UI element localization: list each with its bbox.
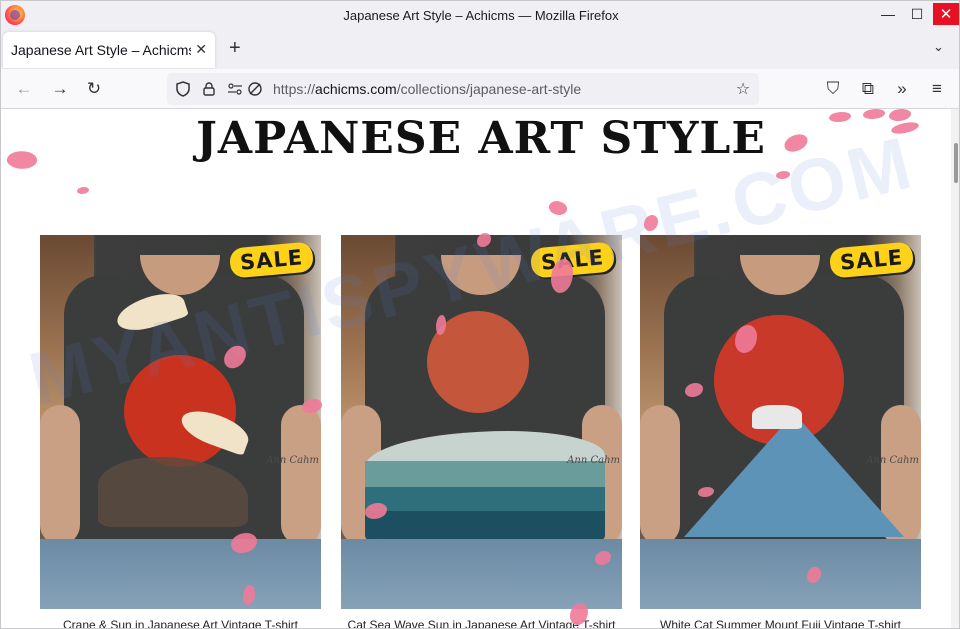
petal-decoration <box>77 187 89 194</box>
sale-badge: SALE <box>828 241 915 279</box>
jeans-shape <box>640 539 921 609</box>
hamburger-menu-icon[interactable]: ≡ <box>927 79 947 99</box>
permissions-icon[interactable] <box>227 81 243 97</box>
url-bar[interactable]: https://achicms.com/collections/japanese… <box>167 73 759 105</box>
url-path: /collections/japanese-art-style <box>396 81 582 97</box>
url-scheme: https:// <box>273 81 316 97</box>
tattoo-text: Ann Cahm <box>866 455 919 466</box>
back-icon[interactable]: ← <box>14 79 34 99</box>
reload-icon[interactable]: ↻ <box>84 79 104 99</box>
jeans-shape <box>341 539 622 609</box>
url-text[interactable]: https://achicms.com/collections/japanese… <box>273 81 581 97</box>
page-content: JAPANESE ART STYLE SALE Ann Cahm SALE An… <box>1 109 959 628</box>
close-window-button[interactable]: ✕ <box>933 3 959 25</box>
tab-strip: Japanese Art Style – Achicms ✕ + ⌄ <box>1 29 959 69</box>
bookmark-star-icon[interactable]: ☆ <box>735 81 751 98</box>
product-title-link[interactable]: Crane & Sun in Japanese Art Vintage T-sh… <box>40 618 321 628</box>
url-domain: achicms.com <box>315 81 397 97</box>
extensions-icon[interactable]: ⧉ <box>858 79 878 99</box>
wave-band <box>365 511 605 541</box>
new-tab-button[interactable]: + <box>229 37 241 60</box>
forward-icon[interactable]: → <box>50 79 70 99</box>
tracking-blocked-icon[interactable] <box>247 81 263 97</box>
tab-title: Japanese Art Style – Achicms <box>11 42 191 58</box>
scrollbar-thumb[interactable] <box>954 143 958 183</box>
title-bar: Japanese Art Style – Achicms — Mozilla F… <box>1 1 959 29</box>
product-image[interactable]: SALE Ann Cahm <box>640 235 921 609</box>
lock-icon[interactable] <box>201 81 217 97</box>
tattoo-text: Ann Cahm <box>567 455 620 466</box>
tattoo-text: Ann Cahm <box>266 455 319 466</box>
arm-shape <box>40 405 80 545</box>
arm-shape <box>640 405 680 545</box>
white-cat-graphic <box>752 405 802 429</box>
product-title-link[interactable]: White Cat Summer Mount Fuji Vintage T-sh… <box>640 618 921 628</box>
tab-close-icon[interactable]: ✕ <box>195 41 207 58</box>
browser-window: Japanese Art Style – Achicms — Mozilla F… <box>0 0 960 629</box>
page-scrollbar[interactable] <box>951 109 959 628</box>
jeans-shape <box>40 539 321 609</box>
window-title: Japanese Art Style – Achicms — Mozilla F… <box>343 8 619 23</box>
arm-shape <box>281 405 321 545</box>
list-all-tabs-button[interactable]: ⌄ <box>933 39 944 55</box>
overflow-icon[interactable]: » <box>892 79 912 99</box>
tracking-shield-icon[interactable] <box>175 81 191 97</box>
tab-japanese-art-style[interactable]: Japanese Art Style – Achicms ✕ <box>3 32 215 68</box>
maximize-button[interactable]: ☐ <box>900 1 934 27</box>
pocket-icon[interactable]: ⛉ <box>823 79 843 99</box>
navigation-bar: ← → ↻ https://achicms.com/collections/ja… <box>1 69 959 109</box>
mount-fuji-graphic <box>684 413 904 537</box>
